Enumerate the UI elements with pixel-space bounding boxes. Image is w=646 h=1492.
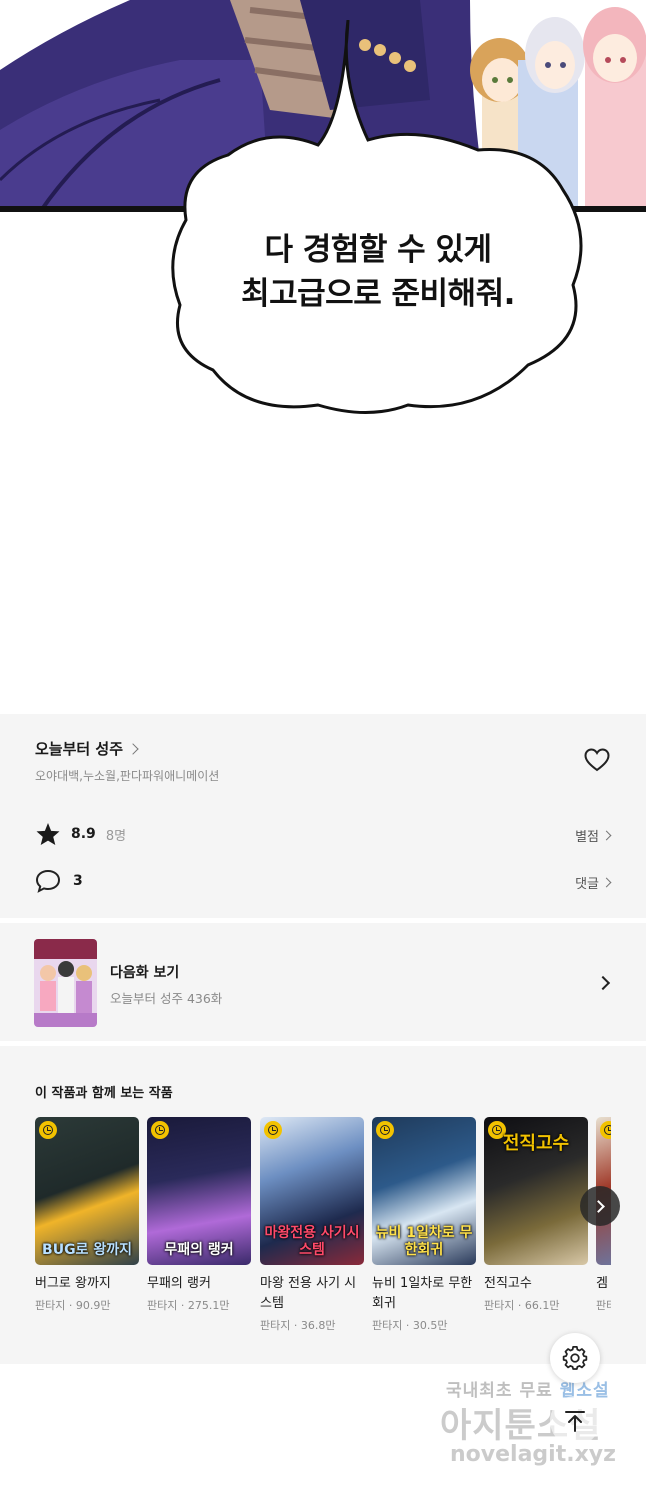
carousel-next-button[interactable] <box>580 1186 620 1226</box>
recommendations-section: 이 작품과 함께 보는 작품 BUG로 왕까지 버그로 왕까지 판타지 · 90… <box>0 1046 646 1364</box>
recommendation-cover: 마왕전용 사기시스템 <box>260 1117 364 1265</box>
recommendation-card[interactable]: 뉴비 1일차로 무한회귀 뉴비 1일차로 무한 회귀 판타지 · 30.5만 <box>372 1117 476 1333</box>
comments-link-label: 댓글 <box>575 877 599 892</box>
next-episode-subtitle: 오늘부터 성주 436화 <box>110 991 223 1006</box>
series-title-link[interactable]: 오늘부터 성주 <box>35 738 139 759</box>
comment-count: 3 <box>73 873 83 889</box>
chevron-right-icon <box>601 877 612 888</box>
chevron-right-icon <box>592 1199 605 1213</box>
heart-icon[interactable] <box>584 748 610 772</box>
recommendation-meta: 판타지 · 30.5만 <box>372 1319 448 1332</box>
chevron-right-icon <box>127 742 139 755</box>
cover-title: BUG로 왕까지 <box>42 1242 132 1258</box>
arrow-up-icon <box>565 1411 585 1432</box>
recommendation-cover: 전직고수 <box>484 1117 588 1265</box>
recommendation-cover: BUG로 왕까지 <box>35 1117 139 1265</box>
clock-icon <box>600 1121 611 1139</box>
speech-line-1: 다 경험할 수 있게 <box>264 232 492 268</box>
recommendations-heading: 이 작품과 함께 보는 작품 <box>35 1086 173 1101</box>
star-icon <box>36 823 60 845</box>
rating-row: 8.9 8명 <box>35 822 126 846</box>
speech-bubble <box>171 20 583 414</box>
chevron-right-icon <box>595 975 611 991</box>
comment-icon <box>35 869 61 893</box>
comment-row: 3 <box>35 869 83 893</box>
clock-icon <box>151 1121 169 1139</box>
rating-count: 8명 <box>105 828 127 844</box>
series-title: 오늘부터 성주 <box>35 740 124 758</box>
recommendation-card[interactable]: 전직고수 전직고수 판타지 · 66.1만 <box>484 1117 588 1313</box>
recommendation-cover: 무패의 랭커 <box>147 1117 251 1265</box>
rating-link-label: 별점 <box>575 830 599 845</box>
cover-title: 마왕전용 사기시스템 <box>264 1225 360 1258</box>
recommendation-meta: 판타지 · 66.1만 <box>484 1299 560 1312</box>
recommendation-meta: 판타지 · 36.8만 <box>260 1319 336 1332</box>
clock-icon <box>39 1121 57 1139</box>
next-episode-label: 다음화 보기 <box>110 965 180 981</box>
recommendation-title: 겜 <box>596 1276 608 1291</box>
scroll-to-top-button[interactable] <box>550 1396 600 1446</box>
cover-title: 전직고수 <box>502 1133 570 1154</box>
recommendation-meta: 판타지 · 90.9만 <box>35 1299 111 1312</box>
watermark-line-3: novelagit.xyz <box>450 1442 616 1467</box>
speech-bubble-text: 다 경험할 수 있게 최고급으로 준비해줘. <box>168 228 588 316</box>
watermark: 국내최초 무료 웹소설 아지툰소설 novelagit.xyz <box>440 1376 630 1476</box>
next-episode-thumbnail <box>34 939 97 1027</box>
rating-value: 8.9 <box>71 826 96 842</box>
recommendation-title: 마왕 전용 사기 시스템 <box>260 1276 357 1311</box>
recommendation-title: 전직고수 <box>484 1276 532 1291</box>
recommendation-title: 버그로 왕까지 <box>35 1276 111 1291</box>
gear-icon <box>562 1345 588 1370</box>
series-authors: 오야대백,누소월,판다파워애니메이션 <box>35 769 220 783</box>
rating-link[interactable]: 별점 <box>575 826 612 845</box>
next-episode-card[interactable]: 다음화 보기 오늘부터 성주 436화 <box>0 923 646 1041</box>
cover-title: 무패의 랭커 <box>164 1242 234 1258</box>
comic-viewer: 다 경험할 수 있게 최고급으로 준비해줘. <box>0 0 646 714</box>
recommendation-meta: 판타지 · 275.1만 <box>147 1299 230 1312</box>
recommendation-title: 무패의 랭커 <box>147 1276 211 1291</box>
comments-link[interactable]: 댓글 <box>575 873 612 892</box>
series-info-section: 오늘부터 성주 오야대백,누소월,판다파워애니메이션 8.9 8명 별점 3 댓… <box>0 714 646 918</box>
recommendation-meta: 판타 <box>596 1299 611 1312</box>
cover-title: 뉴비 1일차로 무한회귀 <box>375 1225 473 1258</box>
recommendation-card[interactable]: BUG로 왕까지 버그로 왕까지 판타지 · 90.9만 <box>35 1117 139 1313</box>
recommendation-card[interactable]: 마왕전용 사기시스템 마왕 전용 사기 시스템 판타지 · 36.8만 <box>260 1117 364 1333</box>
recommendation-cover: 뉴비 1일차로 무한회귀 <box>372 1117 476 1265</box>
recommendation-title: 뉴비 1일차로 무한 회귀 <box>372 1276 473 1311</box>
chevron-right-icon <box>601 830 612 841</box>
recommendations-carousel[interactable]: BUG로 왕까지 버그로 왕까지 판타지 · 90.9만 무패의 랭커 무패의 … <box>35 1117 611 1364</box>
speech-line-2: 최고급으로 준비해줘. <box>241 276 515 312</box>
recommendation-card[interactable]: 무패의 랭커 무패의 랭커 판타지 · 275.1만 <box>147 1117 251 1313</box>
clock-icon <box>376 1121 394 1139</box>
clock-icon <box>264 1121 282 1139</box>
settings-button[interactable] <box>550 1333 600 1383</box>
